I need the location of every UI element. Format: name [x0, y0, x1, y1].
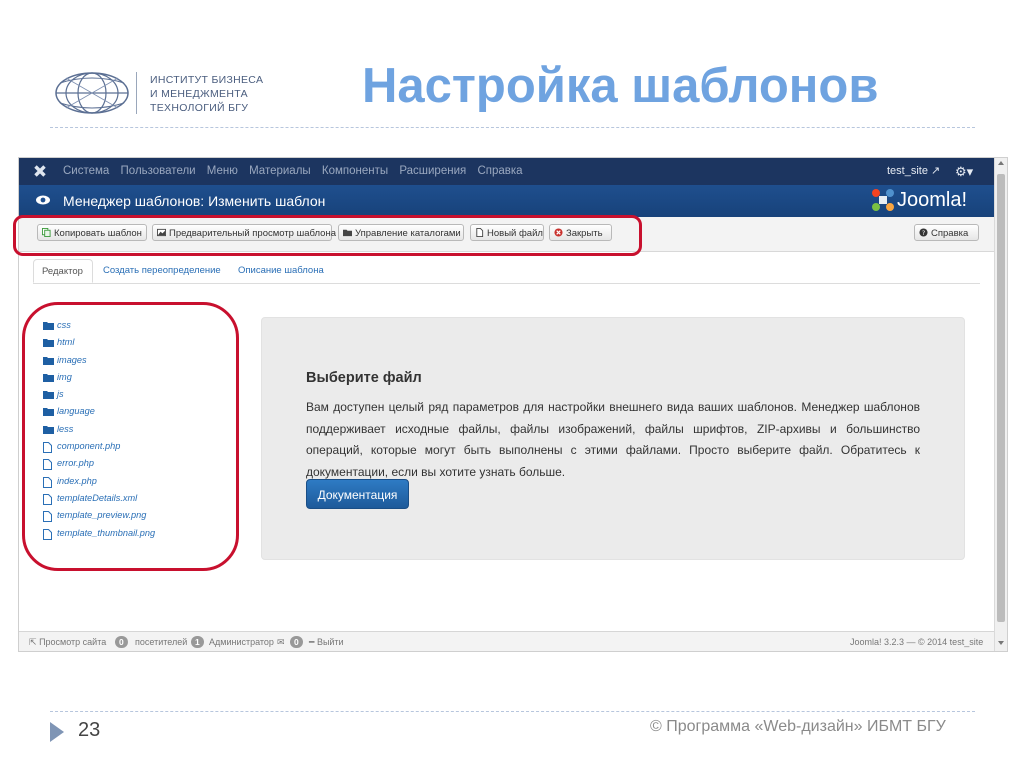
site-link[interactable]: test_site ↗: [887, 158, 940, 185]
globe-logo-icon: [55, 72, 129, 114]
minus-icon: ━: [309, 637, 315, 647]
external-link-icon: ⇱: [29, 637, 37, 647]
logo-line-1: ИНСТИТУТ БИЗНЕСА: [150, 74, 264, 86]
institute-logo: ИНСТИТУТ БИЗНЕСА И МЕНЕДЖМЕНТА ТЕХНОЛОГИ…: [52, 68, 280, 120]
choose-file-panel: Выберите файл Вам доступен целый ряд пар…: [261, 317, 965, 560]
menu-item-components[interactable]: Компоненты: [322, 165, 388, 177]
admin-menu: Система Пользователи Меню Материалы Комп…: [63, 158, 531, 185]
panel-heading: Выберите файл: [306, 370, 422, 386]
scrollbar[interactable]: [994, 158, 1007, 651]
file-tree-highlight: [22, 302, 239, 571]
top-divider: [50, 127, 975, 128]
toolbar-highlight: [13, 215, 642, 256]
admin-header: Менеджер шаблонов: Изменить шаблон Jooml…: [19, 185, 994, 217]
logo-line-3: ТЕХНОЛОГИЙ БГУ: [150, 102, 249, 114]
logout-link[interactable]: ━ Выйти: [309, 632, 344, 651]
svg-text:?: ?: [922, 230, 925, 237]
admin-topbar: Система Пользователи Меню Материалы Комп…: [19, 158, 994, 185]
page-number: 23: [78, 719, 101, 741]
menu-item-menus[interactable]: Меню: [207, 165, 238, 177]
menu-item-extensions[interactable]: Расширения: [399, 165, 466, 177]
help-button[interactable]: ? Справка: [914, 224, 979, 241]
menu-item-users[interactable]: Пользователи: [121, 165, 196, 177]
question-icon: ?: [919, 228, 928, 237]
editor-tabs: Редактор Создать переопределение Описани…: [33, 259, 980, 284]
tab-create-override[interactable]: Создать переопределение: [103, 259, 221, 283]
mail-icon[interactable]: ✉: [277, 632, 285, 651]
menu-item-content[interactable]: Материалы: [249, 165, 311, 177]
menu-item-help[interactable]: Справка: [477, 165, 522, 177]
documentation-button[interactable]: Документация: [306, 479, 409, 509]
tab-editor[interactable]: Редактор: [33, 259, 93, 283]
footer-credit: © Программа «Web-дизайн» ИБМТ БГУ: [650, 718, 946, 735]
eye-icon: [36, 195, 50, 205]
panel-text: Вам доступен целый ряд параметров для на…: [306, 400, 920, 479]
slide-title: Настройка шаблонов: [362, 59, 879, 113]
visitors-label: посетителей: [135, 637, 188, 647]
joomla-brand: Joomla!: [871, 188, 967, 214]
joomla-logo-icon: [872, 189, 894, 211]
bottom-divider: [50, 711, 975, 712]
status-bar: ⇱ Просмотр сайта 0 посетителей 1 Админис…: [19, 631, 994, 651]
admins-label: Администратор: [209, 637, 274, 647]
messages-badge: 0: [290, 636, 303, 648]
joomla-menu-icon[interactable]: [33, 164, 47, 178]
visitors-badge: 0: [115, 636, 128, 648]
logo-line-2: И МЕНЕДЖМЕНТА: [150, 88, 248, 100]
admins-badge: 1: [191, 636, 204, 648]
tab-template-description[interactable]: Описание шаблона: [238, 259, 324, 283]
version-text: Joomla! 3.2.3 — © 2014 test_site: [850, 637, 984, 647]
view-site-link[interactable]: ⇱ Просмотр сайта: [29, 632, 106, 651]
external-link-icon: ↗: [931, 165, 941, 177]
gear-icon[interactable]: ⚙▾: [955, 158, 973, 185]
joomla-brand-text: Joomla!: [897, 189, 968, 211]
page-title: Менеджер шаблонов: Изменить шаблон: [63, 193, 326, 209]
chevron-right-icon: [50, 722, 64, 742]
menu-item-system[interactable]: Система: [63, 165, 109, 177]
